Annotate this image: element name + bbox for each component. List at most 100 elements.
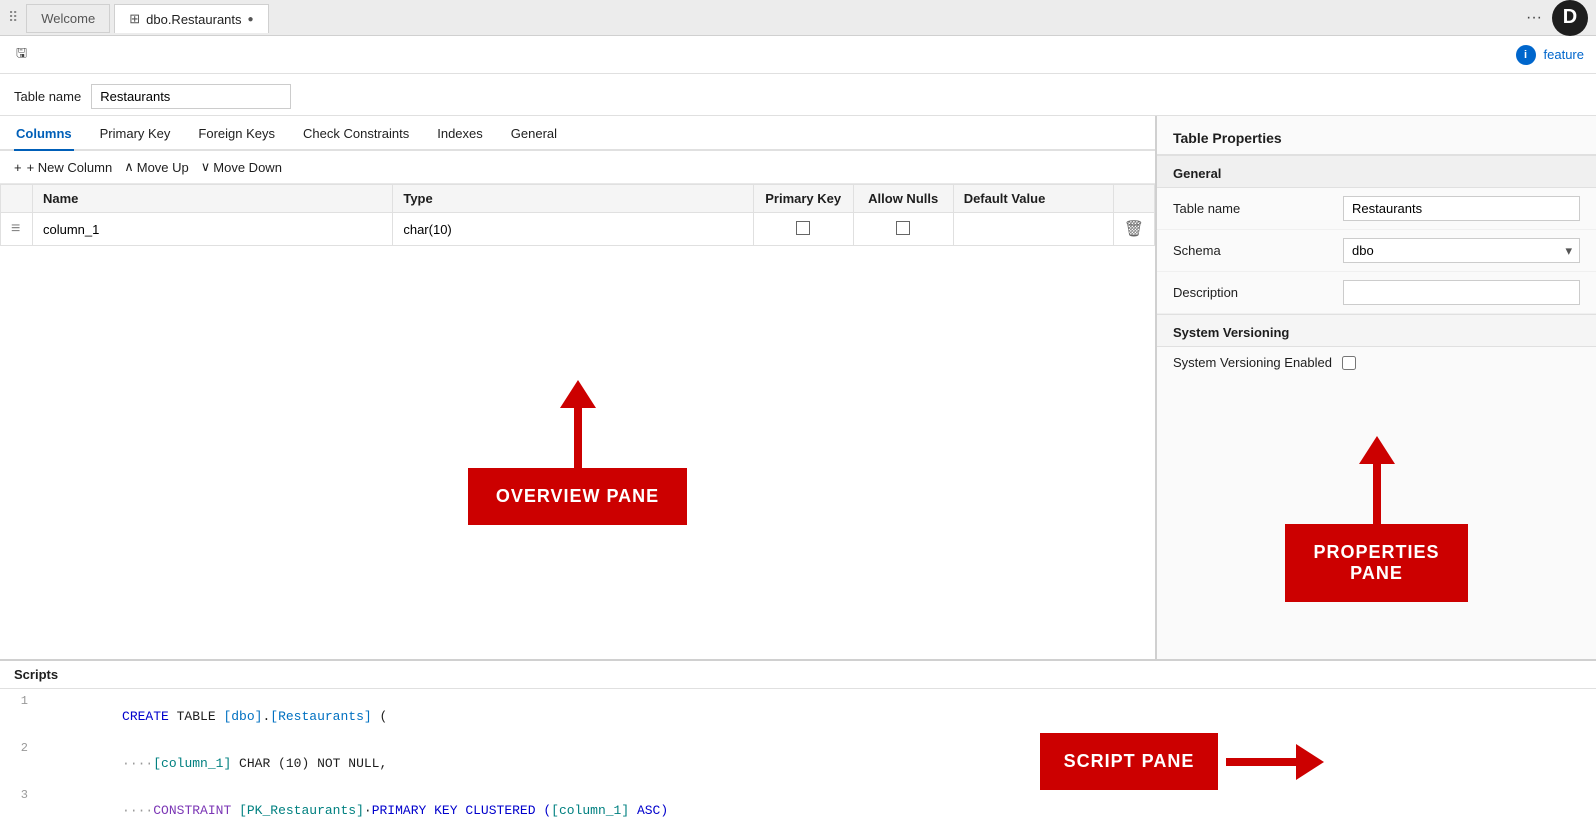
properties-general-title: General [1157,155,1596,188]
script-annotation: SCRIPT PANE [1040,722,1325,802]
drag-cell[interactable]: ≡ [1,213,33,246]
table-icon: ⊞ [129,11,140,27]
line-code-3: ····CONSTRAINT [PK_Restaurants]·PRIMARY … [36,787,788,834]
col-header-allow-nulls: Allow Nulls [853,185,953,213]
prop-description-input[interactable] [1343,280,1580,305]
col-header-default-value: Default Value [953,185,1113,213]
overview-label: OVERVIEW PANE [468,468,687,525]
script-line-2: 2 ····[column_1] CHAR (10) NOT NULL, [0,740,788,787]
system-versioning-title: System Versioning [1157,314,1596,347]
info-icon[interactable]: i [1516,45,1536,65]
type-cell[interactable] [393,213,753,246]
plus-icon: + [14,160,22,175]
default-value-input[interactable] [964,222,1103,237]
script-label: SCRIPT PANE [1040,733,1219,790]
tab-general[interactable]: General [509,116,559,151]
properties-annotation: PROPERTIES PANE [1285,436,1467,602]
prop-table-name-input[interactable] [1343,196,1580,221]
script-arrow-shaft [1226,758,1296,766]
default-value-cell[interactable] [953,213,1113,246]
allow-nulls-cell[interactable] [853,213,953,246]
tab-welcome[interactable]: Welcome [26,4,110,33]
arrow-up-icon [560,380,596,408]
prop-label-schema: Schema [1173,243,1333,258]
sys-versioning-label: System Versioning Enabled [1173,355,1332,370]
tab-check-constraints[interactable]: Check Constraints [301,116,411,151]
table-name-input[interactable] [91,84,291,109]
line-code-1: CREATE TABLE [dbo].[Restaurants] ( [36,693,788,740]
tab-bar: Columns Primary Key Foreign Keys Check C… [0,116,1155,151]
script-line-1: 1 CREATE TABLE [dbo].[Restaurants] ( [0,693,788,740]
prop-row-schema: Schema dbo guest INFORMATION_SCHEMA [1157,230,1596,272]
title-bar: ⠿ Welcome ⊞ dbo.Restaurants ● ··· D [0,0,1596,36]
row-drag-handle-icon: ≡ [11,220,20,237]
primary-key-cell[interactable] [753,213,853,246]
scripts-pane: Scripts 1 CREATE TABLE [dbo].[Restaurant… [0,659,1596,834]
script-annotation-area: SCRIPT PANE [788,689,1596,834]
properties-label-area: PROPERTIES PANE [1157,378,1596,659]
title-bar-right: ··· D [1526,0,1588,36]
properties-title: Table Properties [1157,116,1596,155]
script-line-3: 3 ····CONSTRAINT [PK_Restaurants]·PRIMAR… [0,787,788,834]
more-options-button[interactable]: ··· [1526,9,1542,27]
schema-select[interactable]: dbo guest INFORMATION_SCHEMA [1343,238,1580,263]
tab-primary-key[interactable]: Primary Key [98,116,173,151]
chevron-up-icon: ∧ [124,159,134,175]
col-header-primary-key: Primary Key [753,185,853,213]
tab-columns[interactable]: Columns [14,116,74,151]
drag-handle-icon: ⠿ [8,9,18,26]
tab-welcome-label: Welcome [41,11,95,26]
move-down-button[interactable]: ∨ Move Down [201,157,282,177]
line-num-3: 3 [0,787,36,834]
tab-dbo-restaurants[interactable]: ⊞ dbo.Restaurants ● [114,4,268,33]
script-arrow-left-icon [1296,744,1324,780]
prop-label-description: Description [1173,285,1333,300]
scripts-body: 1 CREATE TABLE [dbo].[Restaurants] ( 2 ·… [0,689,788,834]
feature-link[interactable]: feature [1544,47,1584,62]
overview-annotation: OVERVIEW PANE [468,380,687,525]
col-header-drag [1,185,33,213]
columns-table-wrap: Name Type Primary Key Allow Nulls Defaul… [0,184,1155,246]
table-row: ≡ 🗑 [1,213,1155,246]
scripts-title: Scripts [0,661,1596,689]
col-header-type: Type [393,185,753,213]
line-num-1: 1 [0,693,36,740]
line-num-2: 2 [0,740,36,787]
primary-key-checkbox[interactable] [796,221,810,235]
tab-foreign-keys[interactable]: Foreign Keys [196,116,277,151]
sys-versioning-checkbox[interactable] [1342,356,1356,370]
overview-pane: Columns Primary Key Foreign Keys Check C… [0,116,1156,659]
properties-label: PROPERTIES PANE [1285,524,1467,602]
table-name-label: Table name [14,89,81,104]
column-toolbar: + + New Column ∧ Move Up ∨ Move Down [0,151,1155,184]
sys-versioning-row: System Versioning Enabled [1157,347,1596,378]
save-icon: 🖫 [16,44,27,66]
save-button[interactable]: 🖫 [12,42,31,68]
toolbar-row: 🖫 i feature [0,36,1596,74]
tab-db-label: dbo.Restaurants [146,12,241,27]
new-column-button[interactable]: + + New Column [14,158,112,177]
line-code-2: ····[column_1] CHAR (10) NOT NULL, [36,740,788,787]
overview-label-area: OVERVIEW PANE [0,246,1155,659]
allow-nulls-checkbox[interactable] [896,221,910,235]
name-cell[interactable] [33,213,393,246]
table-name-row: Table name [0,74,1596,116]
column-type-input[interactable] [403,222,742,237]
delete-row-button[interactable]: 🗑 [1124,219,1144,239]
main-area: Columns Primary Key Foreign Keys Check C… [0,116,1596,659]
columns-table: Name Type Primary Key Allow Nulls Defaul… [0,184,1155,246]
arrow-shaft [574,408,582,468]
tab-indexes[interactable]: Indexes [435,116,485,151]
delete-cell[interactable]: 🗑 [1113,213,1154,246]
avatar[interactable]: D [1552,0,1588,36]
col-header-actions [1113,185,1154,213]
move-up-button[interactable]: ∧ Move Up [124,157,189,177]
prop-row-table-name: Table name [1157,188,1596,230]
prop-label-table-name: Table name [1173,201,1333,216]
column-name-input[interactable] [43,222,382,237]
prop-arrow-shaft [1373,464,1381,524]
prop-arrow-up-icon [1359,436,1395,464]
col-header-name: Name [33,185,393,213]
tab-modified-dot: ● [248,14,254,25]
chevron-down-icon: ∨ [201,159,211,175]
